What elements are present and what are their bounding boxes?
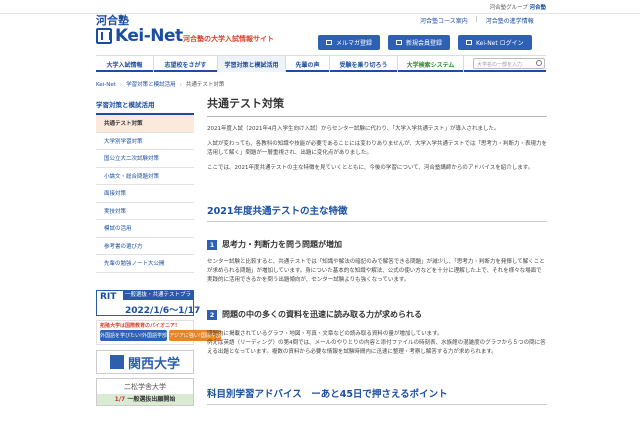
breadcrumb-current: 共通テスト対策 [185, 82, 225, 88]
site-tagline: 河合塾の大学入試情報サイト [183, 35, 274, 43]
sidebar-item-sankousho[interactable]: 参考書の選び方 [96, 238, 194, 255]
point-2-text-1: 問題内に掲載されているグラフ・地図・写真・文章などの読み取る資料の量が増加してい… [207, 331, 443, 337]
page-title: 共通テスト対策 [207, 95, 547, 117]
header-buttons: メルマガ登録 新規会員登録 Kei-Net ログイン [318, 35, 532, 50]
point-2-heading: 2 問題の中の多くの資料を迅速に読み取る力が求められる [207, 309, 547, 320]
top-links: 河合塾コース案内 | 河合塾の進学情報 [420, 16, 534, 25]
nav-item-norikiru[interactable]: 受験を乗り切ろう [330, 56, 398, 72]
nav-item-shiboukou[interactable]: 志望校をさがす [154, 56, 218, 72]
nav-item-kensaku[interactable]: 大学検索システム [398, 56, 464, 72]
intro-paragraph-1: 2021年度入試（2021年4月入学生向け入試）からセンター試験に代わり、「大学… [207, 126, 500, 132]
point-1-text: センター試験と比較すると、共通テストでは「知識や解法の暗記のみで解答できる問題」… [207, 259, 545, 283]
main-content: 共通テスト対策 2021年度入試（2021年4月入学生向け入試）からセンター試験… [207, 95, 547, 405]
takushoku-pill-gaikokugo: 外国語を学びたい!外国語学部 [100, 330, 168, 341]
point-1-heading: 1 思考力・判断力を問う問題が増加 [207, 239, 547, 250]
group-label: 河合塾グループ 河合塾 [489, 5, 546, 11]
mail-icon [326, 40, 332, 45]
sidebar-item-niji[interactable]: 国公立大二次試験対策 [96, 150, 194, 168]
rit-logo: RIT [100, 292, 117, 302]
sidebar: 学習対策と模試活用 共通テスト対策 大学別学習対策 国公立大二次試験対策 小論文… [96, 99, 194, 273]
sidebar-item-jitsugi[interactable]: 実技対策 [96, 203, 194, 220]
point-1-number: 1 [207, 239, 217, 250]
intro-paragraph-3: ここでは、2021年度共通テストの主な特徴を見ていくとともに、今後の学習について… [207, 165, 534, 171]
login-icon [466, 40, 473, 45]
sidebar-item-shouronbun[interactable]: 小論文・総合問題対策 [96, 168, 194, 185]
sidebar-item-kyoutsu[interactable]: 共通テスト対策 [96, 115, 194, 133]
breadcrumb-gakushu[interactable]: 学習対策と模試活用 [126, 82, 176, 88]
kansai-banner[interactable]: 関西大学 [96, 350, 194, 374]
takushoku-banner[interactable]: 拓殖大学は国際教育のパイオニア! 外国語を学びたい!外国語学部 アジアに強い!国… [96, 320, 221, 345]
point-2-number: 2 [207, 309, 217, 320]
nav-item-gakushu[interactable]: 学習対策と模試活用 [218, 56, 286, 72]
intro-paragraph-2: 入試が変わっても、各教科の知識や技能が必要であることには変わりありませんが、大学… [207, 141, 547, 156]
point-2-text-2: 例えば英語（リーディング）の第4問では、メールのやりとりの内容と添付ファイルの時… [207, 340, 546, 355]
search-input[interactable]: 大学名の一部を入力 [473, 58, 545, 69]
nav-item-senpai[interactable]: 先輩の声 [286, 56, 330, 72]
user-icon [396, 40, 403, 45]
sidebar-heading[interactable]: 学習対策と模試活用 [96, 99, 194, 115]
breadcrumb-home[interactable]: Kei-Net [96, 82, 116, 88]
sidebar-item-moshi[interactable]: 模試の活用 [96, 220, 194, 238]
breadcrumb-separator-icon: › [179, 82, 182, 88]
breadcrumb: Kei-Net › 学習対策と模試活用 › 共通テスト対策 [96, 80, 224, 88]
section-title-features: 2021年度共通テストの主な特徴 [207, 203, 547, 222]
separator: | [475, 16, 478, 23]
kansai-logo-icon [109, 355, 124, 369]
login-button[interactable]: Kei-Net ログイン [458, 35, 532, 50]
nav-item-nyushi[interactable]: 大学入試情報 [96, 56, 154, 72]
nisho-banner[interactable]: 二松学舎大学 1/7 一般選抜出願開始 [96, 378, 194, 406]
mailmag-button[interactable]: メルマガ登録 [318, 35, 381, 50]
kei-net-logo-icon [96, 28, 112, 44]
rit-banner[interactable]: RIT 一般選抜・共通テストプラス 2022/1/6～1/17 [96, 290, 200, 316]
sidebar-item-daigakubetsu[interactable]: 大学別学習対策 [96, 133, 194, 150]
top-link-courses[interactable]: 河合塾コース案内 [420, 16, 468, 25]
section-title-advice: 科目別学習アドバイス ーあと45日で押さえるポイント [207, 386, 547, 405]
sidebar-item-mensetsu[interactable]: 面接対策 [96, 185, 194, 203]
breadcrumb-separator-icon: › [119, 82, 123, 88]
top-link-info[interactable]: 河合塾の進学情報 [486, 16, 534, 25]
kei-net-logo[interactable]: Kei-Net [96, 26, 183, 46]
sidebar-item-note[interactable]: 先輩の勉強ノート大公開 [96, 255, 194, 273]
search-icon[interactable] [536, 60, 542, 66]
register-button[interactable]: 新規会員登録 [388, 35, 451, 50]
